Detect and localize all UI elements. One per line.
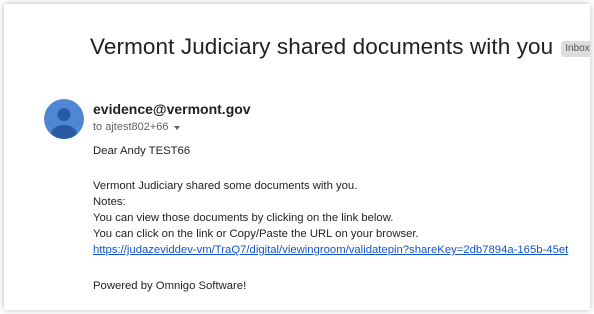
inbox-label-chip[interactable]: Inbox × [561,40,590,57]
body-greeting: Dear Andy TEST66 [93,145,191,157]
email-subject: Vermont Judiciary shared documents with … [90,34,554,59]
body-spacer [93,159,568,178]
caret-down-icon[interactable] [173,125,180,130]
body-line-4: You can click on the link or Copy/Paste … [93,228,419,240]
body-footer: Powered by Omnigo Software! [93,280,247,292]
recipient-line[interactable]: to ajtest802+66 [93,121,180,133]
inbox-label-text: Inbox [565,43,590,54]
recipient-text: to ajtest802+66 [93,121,169,133]
subject-row: Vermont Judiciary shared documents with … [90,34,590,60]
body-spacer-2 [93,258,568,278]
body-line-2: Notes: [93,196,126,208]
email-body: Dear Andy TEST66 Vermont Judiciary share… [93,143,568,294]
person-icon [51,108,77,139]
email-view: Vermont Judiciary shared documents with … [4,4,590,310]
body-line-3: You can view those documents by clicking… [93,212,394,224]
sender-avatar[interactable] [44,99,84,139]
body-line-1: Vermont Judiciary shared some documents … [93,180,358,192]
viewing-room-link[interactable]: https://judazeviddev-vm/TraQ7/digital/vi… [93,244,568,256]
sender-address[interactable]: evidence@vermont.gov [93,101,251,117]
